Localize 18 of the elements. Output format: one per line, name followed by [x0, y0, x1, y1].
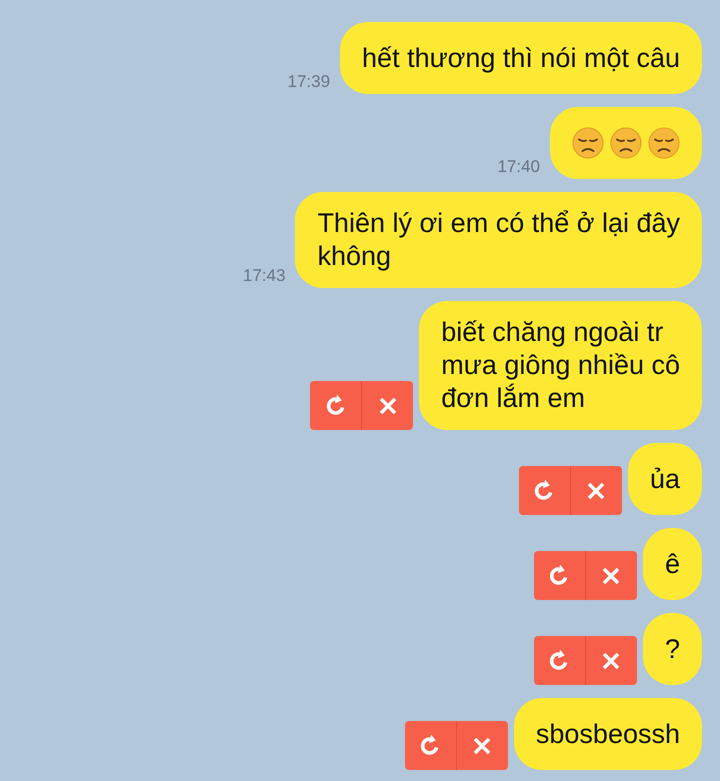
- message-bubble: ê: [642, 528, 702, 600]
- message-bubble: Thiên lý ơi em có thể ở lại đây không: [295, 192, 702, 288]
- message-bubble: hết thương thì nói một câu: [340, 22, 702, 94]
- close-icon: [601, 566, 622, 586]
- message-bubble: sbosbeossh: [514, 698, 702, 770]
- message-time: 17:39: [287, 72, 330, 92]
- message-bubble: ?: [642, 613, 702, 685]
- sad-face-icon: [648, 127, 680, 159]
- close-icon: [586, 480, 606, 500]
- message-bubble: biết chăng ngoài tr mưa giông nhiều cô đơn lắm em: [419, 301, 702, 430]
- sad-face-icon: [572, 127, 604, 159]
- close-icon: [378, 396, 398, 416]
- message-time: 17:43: [242, 266, 286, 286]
- sad-face-icon: [610, 127, 642, 159]
- close-icon: [472, 736, 492, 756]
- message-time: 17:40: [497, 157, 540, 177]
- close-icon: [601, 650, 622, 670]
- message-bubble: ủa: [628, 443, 702, 515]
